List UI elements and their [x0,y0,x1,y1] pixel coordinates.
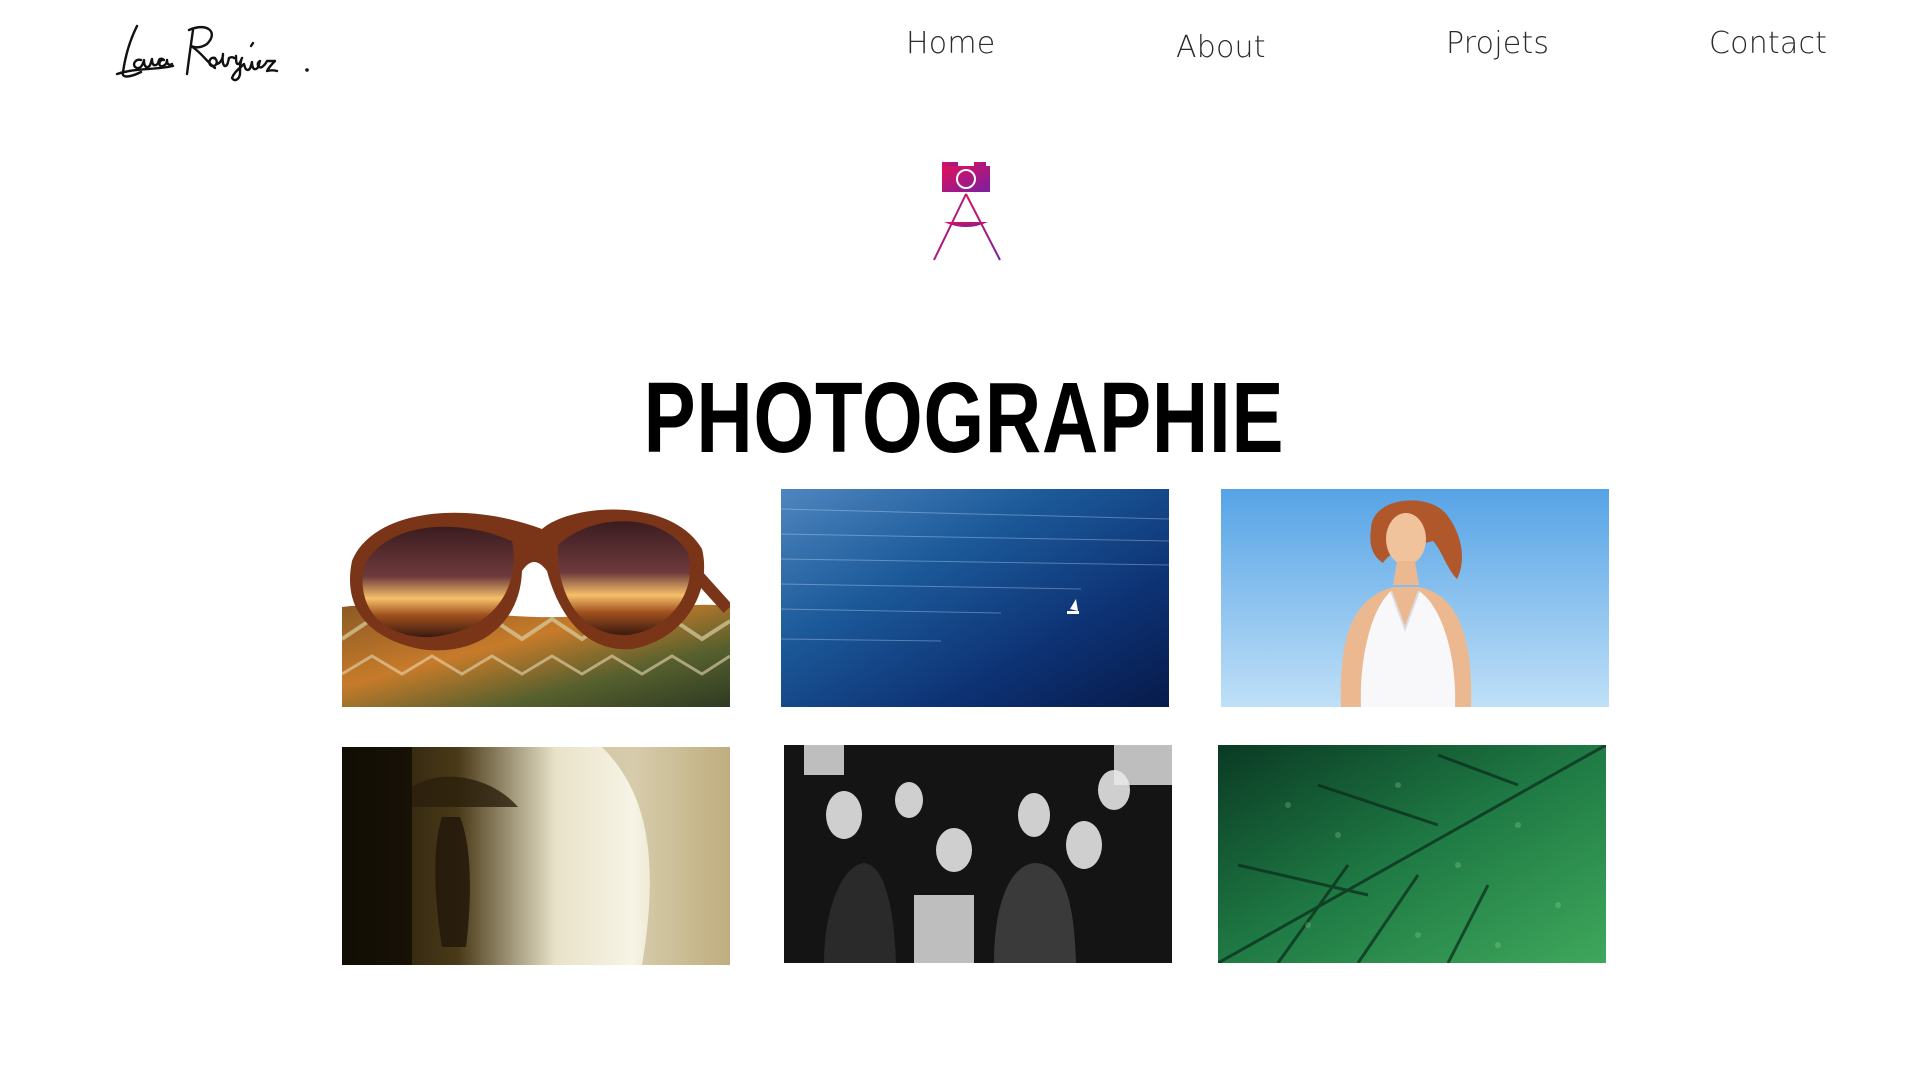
gallery-item-leaf[interactable] [1218,745,1606,963]
umbrella-silhouette-photo [342,747,730,965]
nav-about-link[interactable]: About [1176,30,1266,65]
page-title: PHOTOGRAPHIE [643,362,1285,474]
main-nav: Home About Projets Contact [0,0,1920,100]
green-leaf-photo [1218,745,1606,963]
ocean-sailboat-photo [781,489,1169,707]
nav-home-link[interactable]: Home [906,26,995,61]
camera-tripod-icon [932,160,1006,262]
gallery-item-ocean[interactable] [781,489,1169,707]
gallery-item-portrait[interactable] [1221,489,1609,707]
sunglasses-photo [342,489,730,707]
gallery-item-crowd[interactable] [784,745,1172,963]
gallery-item-sunglasses[interactable] [342,489,730,707]
black-white-crowd-photo [784,745,1172,963]
woman-portrait-photo [1221,489,1609,707]
gallery-item-umbrella[interactable] [342,747,730,965]
nav-contact-link[interactable]: Contact [1709,26,1827,61]
nav-projets-link[interactable]: Projets [1446,26,1549,61]
